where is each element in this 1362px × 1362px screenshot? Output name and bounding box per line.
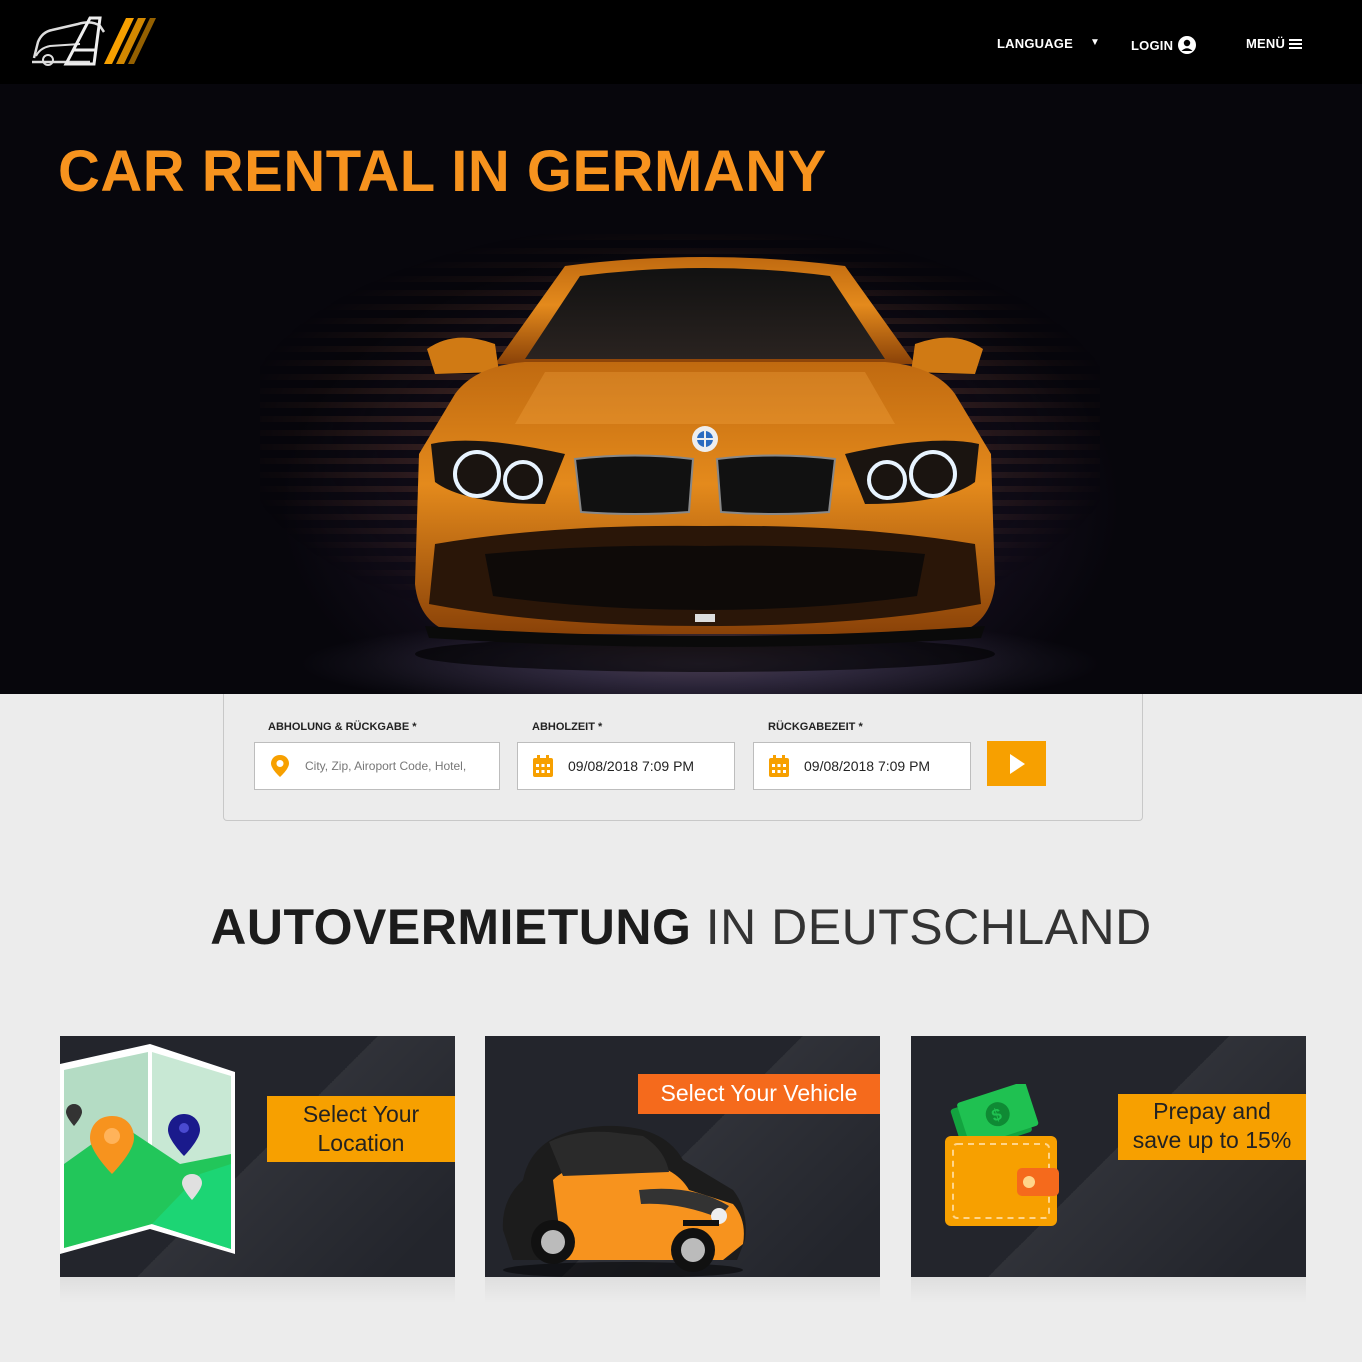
caret-down-icon[interactable]: ▼ xyxy=(1090,37,1100,48)
calendar-icon xyxy=(769,755,789,777)
feature-card-prepay[interactable]: $ Prepay and save up to 15% xyxy=(911,1036,1306,1277)
language-label: LANGUAGE xyxy=(997,36,1073,51)
calendar-icon xyxy=(533,755,553,777)
card-label-line1: Select Your Vehicle xyxy=(660,1080,858,1106)
location-pin-icon xyxy=(271,755,289,777)
card-label: Prepay and save up to 15% xyxy=(1118,1094,1306,1160)
return-time-value: 09/08/2018 7:09 PM xyxy=(804,758,931,774)
wallet-icon: $ xyxy=(945,1084,1059,1226)
pickup-time-label: ABHOLZEIT * xyxy=(532,721,603,733)
card-label-line1: Select Your xyxy=(302,1101,420,1127)
pickup-location-field[interactable] xyxy=(254,742,500,790)
return-time-label: RÜCKGABEZEIT * xyxy=(768,721,863,733)
hero-banner: CAR RENTAL IN GERMANY xyxy=(0,84,1362,694)
section-title: AUTOVERMIETUNG IN DEUTSCHLAND xyxy=(0,898,1362,956)
feature-card-vehicle[interactable]: Select Your Vehicle xyxy=(485,1036,880,1277)
login-link[interactable]: LOGIN xyxy=(1131,36,1197,54)
map-icon xyxy=(60,1044,235,1254)
sports-car-image xyxy=(415,257,995,672)
pickup-time-value: 09/08/2018 7:09 PM xyxy=(568,758,695,774)
search-submit-button[interactable] xyxy=(987,741,1046,786)
section-title-light: IN DEUTSCHLAND xyxy=(705,899,1152,955)
pickup-location-label: ABHOLUNG & RÜCKGABE * xyxy=(268,721,417,733)
login-label: LOGIN xyxy=(1131,37,1174,53)
hero-title: CAR RENTAL IN GERMANY xyxy=(58,139,827,204)
card-label: Select Your Vehicle xyxy=(638,1074,880,1114)
pickup-location-input[interactable] xyxy=(305,759,499,773)
pickup-time-field[interactable]: 09/08/2018 7:09 PM xyxy=(517,742,735,790)
main-menu-button[interactable]: MENÜ xyxy=(1246,36,1303,51)
top-navigation-bar: LANGUAGE ▼ LOGIN MENÜ xyxy=(0,0,1362,84)
feature-card-location[interactable]: Select Your Location xyxy=(60,1036,455,1277)
card-drop-shadow xyxy=(60,1277,455,1303)
menu-label: MENÜ xyxy=(1246,36,1286,51)
card-label: Select Your Location xyxy=(267,1096,455,1162)
card-drop-shadow xyxy=(911,1277,1306,1303)
hamburger-icon xyxy=(1289,37,1303,51)
card-label-line2: save up to 15% xyxy=(1132,1127,1292,1153)
card-drop-shadow xyxy=(485,1277,880,1303)
language-menu[interactable]: LANGUAGE xyxy=(997,36,1073,51)
return-time-field[interactable]: 09/08/2018 7:09 PM xyxy=(753,742,971,790)
user-icon xyxy=(1178,36,1197,54)
play-arrow-icon xyxy=(1009,753,1025,774)
card-label-line2: Location xyxy=(317,1130,405,1156)
brand-logo[interactable] xyxy=(30,12,160,70)
card-label-line1: Prepay and xyxy=(1153,1098,1271,1124)
small-car-icon xyxy=(502,1125,746,1277)
section-title-bold: AUTOVERMIETUNG xyxy=(210,899,692,955)
booking-search-panel: ABHOLUNG & RÜCKGABE * ABHOLZEIT * 09/08/… xyxy=(223,694,1143,821)
